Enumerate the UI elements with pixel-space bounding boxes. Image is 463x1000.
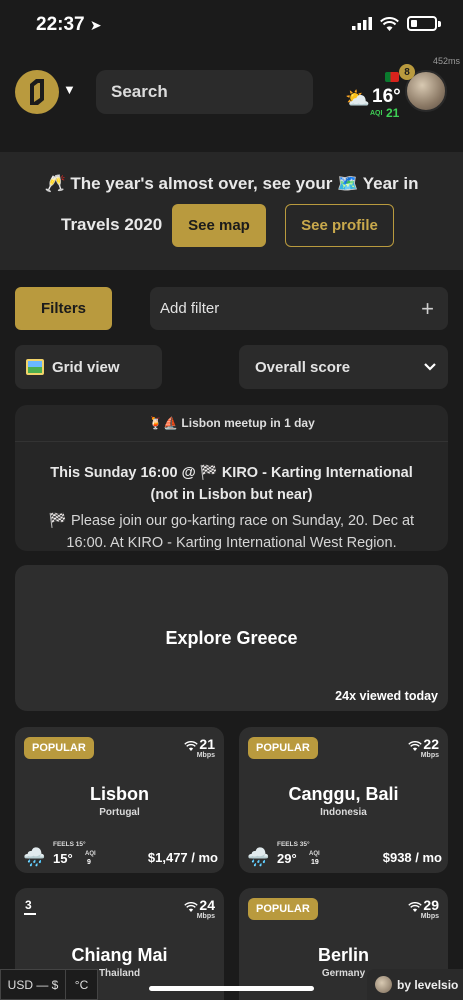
sort-select[interactable]: Overall score xyxy=(239,345,448,389)
view-count: 24x viewed today xyxy=(335,689,438,703)
signal-icon xyxy=(352,17,372,30)
city-name: Chiang Mai xyxy=(71,945,168,965)
wifi-icon xyxy=(184,902,198,912)
plus-icon: + xyxy=(421,295,434,321)
city-name: Lisbon xyxy=(90,784,149,804)
chevron-down-icon[interactable]: ▼ xyxy=(63,82,76,97)
partly-cloudy-icon: ⛅ xyxy=(345,88,370,110)
meetup-title: This Sunday 16:00 @ 🏁 KIRO - Karting Int… xyxy=(15,462,448,506)
banner-text-line2: Travels 2020 xyxy=(61,215,163,234)
add-filter-button[interactable]: Add filter + xyxy=(150,287,448,330)
byline-link[interactable]: by levelsio xyxy=(367,969,463,1000)
internet-speed: 21 xyxy=(199,736,215,752)
meetup-title-line2: (not in Lisbon but near) xyxy=(150,487,313,503)
internet-speed: 22 xyxy=(423,736,439,752)
meetup-desc-line2: 16:00. At KIRO - Karting International W… xyxy=(66,535,397,551)
feels-like: FEELS 15° xyxy=(53,841,86,848)
meetup-card[interactable]: 🍹⛵ Lisbon meetup in 1 day This Sunday 16… xyxy=(15,405,448,551)
monthly-cost: $938 / mo xyxy=(382,850,442,865)
wifi-icon xyxy=(408,741,422,751)
filters-button[interactable]: Filters xyxy=(15,287,112,330)
aqi-value: 21 xyxy=(386,106,400,120)
add-filter-label: Add filter xyxy=(160,300,220,317)
search-placeholder: Search xyxy=(111,82,168,101)
logo-icon xyxy=(30,79,44,105)
wifi-status-icon xyxy=(380,16,399,31)
meetup-description: 🏁 Please join our go-karting race on Sun… xyxy=(15,510,448,551)
internet-speed: 29 xyxy=(423,897,439,913)
banner-text-line1: 🥂 The year's almost over, see your 🗺️ Ye… xyxy=(44,174,419,193)
popular-badge: POPULAR xyxy=(24,737,94,759)
city-aqi-label: AQI xyxy=(85,851,96,857)
latency-label: 452ms xyxy=(433,56,461,66)
city-name: Berlin xyxy=(317,945,369,965)
battery-tip xyxy=(438,20,441,27)
city-temperature: 29° xyxy=(277,851,297,866)
feels-like: FEELS 35° xyxy=(277,841,310,848)
country-name: Portugal xyxy=(99,807,140,818)
country-name: Indonesia xyxy=(320,807,367,818)
aqi-label: AQI xyxy=(370,110,383,117)
internet-speed-unit: Mbps xyxy=(420,752,439,759)
city-temperature: 15° xyxy=(53,851,73,866)
byline-text: by levelsio xyxy=(397,977,459,992)
grid-view-button[interactable]: Grid view xyxy=(15,345,162,389)
picture-icon xyxy=(26,359,44,375)
popular-badge: POPULAR xyxy=(248,737,318,759)
city-aqi-label: AQI xyxy=(309,851,320,857)
rank-label: 3 xyxy=(24,898,36,915)
see-profile-button[interactable]: See profile xyxy=(285,204,394,247)
status-time-text: 22:37 xyxy=(36,14,85,35)
search-input[interactable]: Search xyxy=(96,70,313,114)
city-card-canggu[interactable]: POPULAR 22 Mbps Canggu, Bali Indonesia 🌧… xyxy=(239,727,448,873)
notification-badge[interactable]: 8 xyxy=(399,64,415,80)
status-time: 22:37 ➤ xyxy=(36,14,102,36)
meetup-title-line1: This Sunday 16:00 @ 🏁 KIRO - Karting Int… xyxy=(50,465,413,481)
city-aqi-value: 9 xyxy=(87,859,91,866)
home-indicator xyxy=(149,986,314,991)
rain-cloud-icon: 🌧️ xyxy=(23,847,46,867)
internet-speed: 24 xyxy=(199,897,215,913)
city-card-lisbon[interactable]: POPULAR 21 Mbps Lisbon Portugal 🌧️ FEELS… xyxy=(15,727,224,873)
wifi-icon xyxy=(184,741,198,751)
temperature-unit-toggle[interactable]: °C xyxy=(66,969,98,1000)
city-name: Canggu, Bali xyxy=(288,784,399,804)
meetup-header: 🍹⛵ Lisbon meetup in 1 day xyxy=(15,405,448,442)
rain-cloud-icon: 🌧️ xyxy=(247,847,270,867)
battery-icon xyxy=(407,16,437,31)
current-temperature: 16° xyxy=(372,86,401,107)
meetup-desc-line1: 🏁 Please join our go-karting race on Sun… xyxy=(48,513,415,529)
popular-badge: POPULAR xyxy=(248,898,318,920)
sort-label: Overall score xyxy=(255,358,351,376)
grid-view-label: Grid view xyxy=(52,358,120,376)
internet-speed-unit: Mbps xyxy=(196,752,215,759)
explore-title: Explore Greece xyxy=(165,628,298,648)
chevron-down-icon xyxy=(424,363,436,371)
internet-speed-unit: Mbps xyxy=(196,913,215,920)
currency-toggle[interactable]: USD — $ xyxy=(0,969,66,1000)
internet-speed-unit: Mbps xyxy=(420,913,439,920)
author-avatar xyxy=(375,976,392,993)
see-map-button[interactable]: See map xyxy=(172,204,266,247)
portugal-flag-icon xyxy=(385,72,399,82)
explore-country-card[interactable]: Explore Greece 24x viewed today xyxy=(15,565,448,711)
wifi-icon xyxy=(408,902,422,912)
monthly-cost: $1,477 / mo xyxy=(147,850,218,865)
location-arrow-icon: ➤ xyxy=(89,17,102,33)
city-aqi-value: 19 xyxy=(311,859,319,866)
nomad-logo-button[interactable] xyxy=(15,70,59,114)
status-indicators xyxy=(352,16,441,31)
